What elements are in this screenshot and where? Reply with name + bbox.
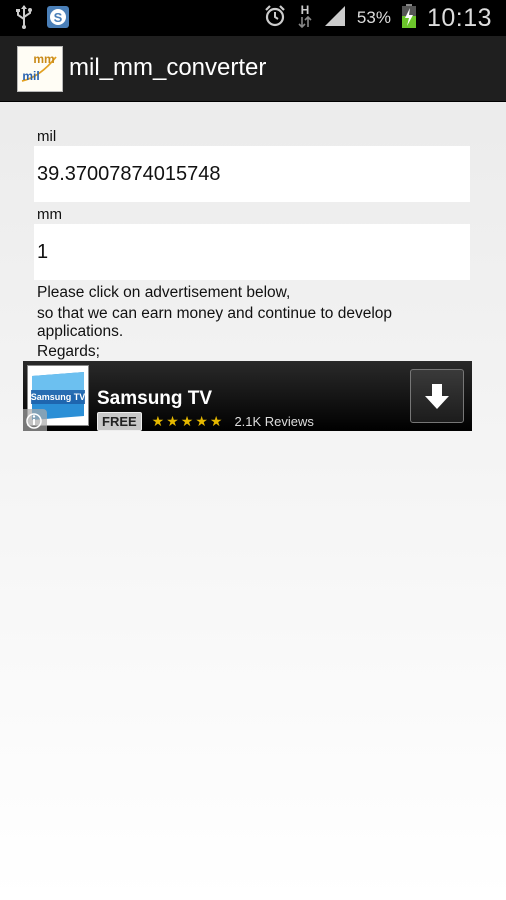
ad-banner[interactable]: Samsung TV Samsung TV FREE ★★★★★ 2.1K Re… <box>23 361 472 431</box>
message-line-1: Please click on advertisement below, <box>37 284 291 301</box>
app-icon-mm-text: mm <box>33 52 54 66</box>
battery-charging-icon <box>401 3 417 34</box>
svg-text:S: S <box>54 10 63 25</box>
message-line-2: so that we can earn money and continue t… <box>37 305 393 340</box>
review-count: 2.1K Reviews <box>234 414 314 429</box>
status-left-icons: S <box>14 5 70 34</box>
download-arrow-icon <box>425 384 449 409</box>
clock: 10:13 <box>426 3 492 32</box>
info-icon[interactable] <box>23 409 47 431</box>
ad-subline: FREE ★★★★★ 2.1K Reviews <box>97 412 314 431</box>
battery-percent: 53% <box>356 8 391 27</box>
svg-text:H: H <box>301 3 310 17</box>
ad-thumbnail-label: Samsung TV <box>31 392 86 402</box>
mm-input[interactable] <box>34 224 470 280</box>
app-icon[interactable]: mm mil <box>17 46 63 92</box>
mil-label: mil <box>37 128 57 145</box>
signal-icon <box>323 4 347 33</box>
skype-icon: S <box>46 5 70 34</box>
mil-input[interactable] <box>34 146 470 202</box>
usb-icon <box>14 5 34 34</box>
app-title: mil_mm_converter <box>69 54 267 81</box>
h-data-icon: H <box>297 3 313 34</box>
message-line-3: Regards; <box>37 343 100 360</box>
action-bar: mm mil mil_mm_converter <box>0 36 506 102</box>
ad-title[interactable]: Samsung TV <box>97 388 212 410</box>
alarm-icon <box>263 4 287 33</box>
status-bar: S H 53% 10:13 <box>0 0 506 36</box>
app-icon-mil-text: mil <box>22 69 39 83</box>
rating-stars: ★★★★★ <box>151 413 225 429</box>
status-right-icons: H 53% 10:13 <box>263 3 492 33</box>
free-badge: FREE <box>97 412 142 431</box>
mm-label: mm <box>37 206 62 223</box>
download-button[interactable] <box>410 369 464 423</box>
